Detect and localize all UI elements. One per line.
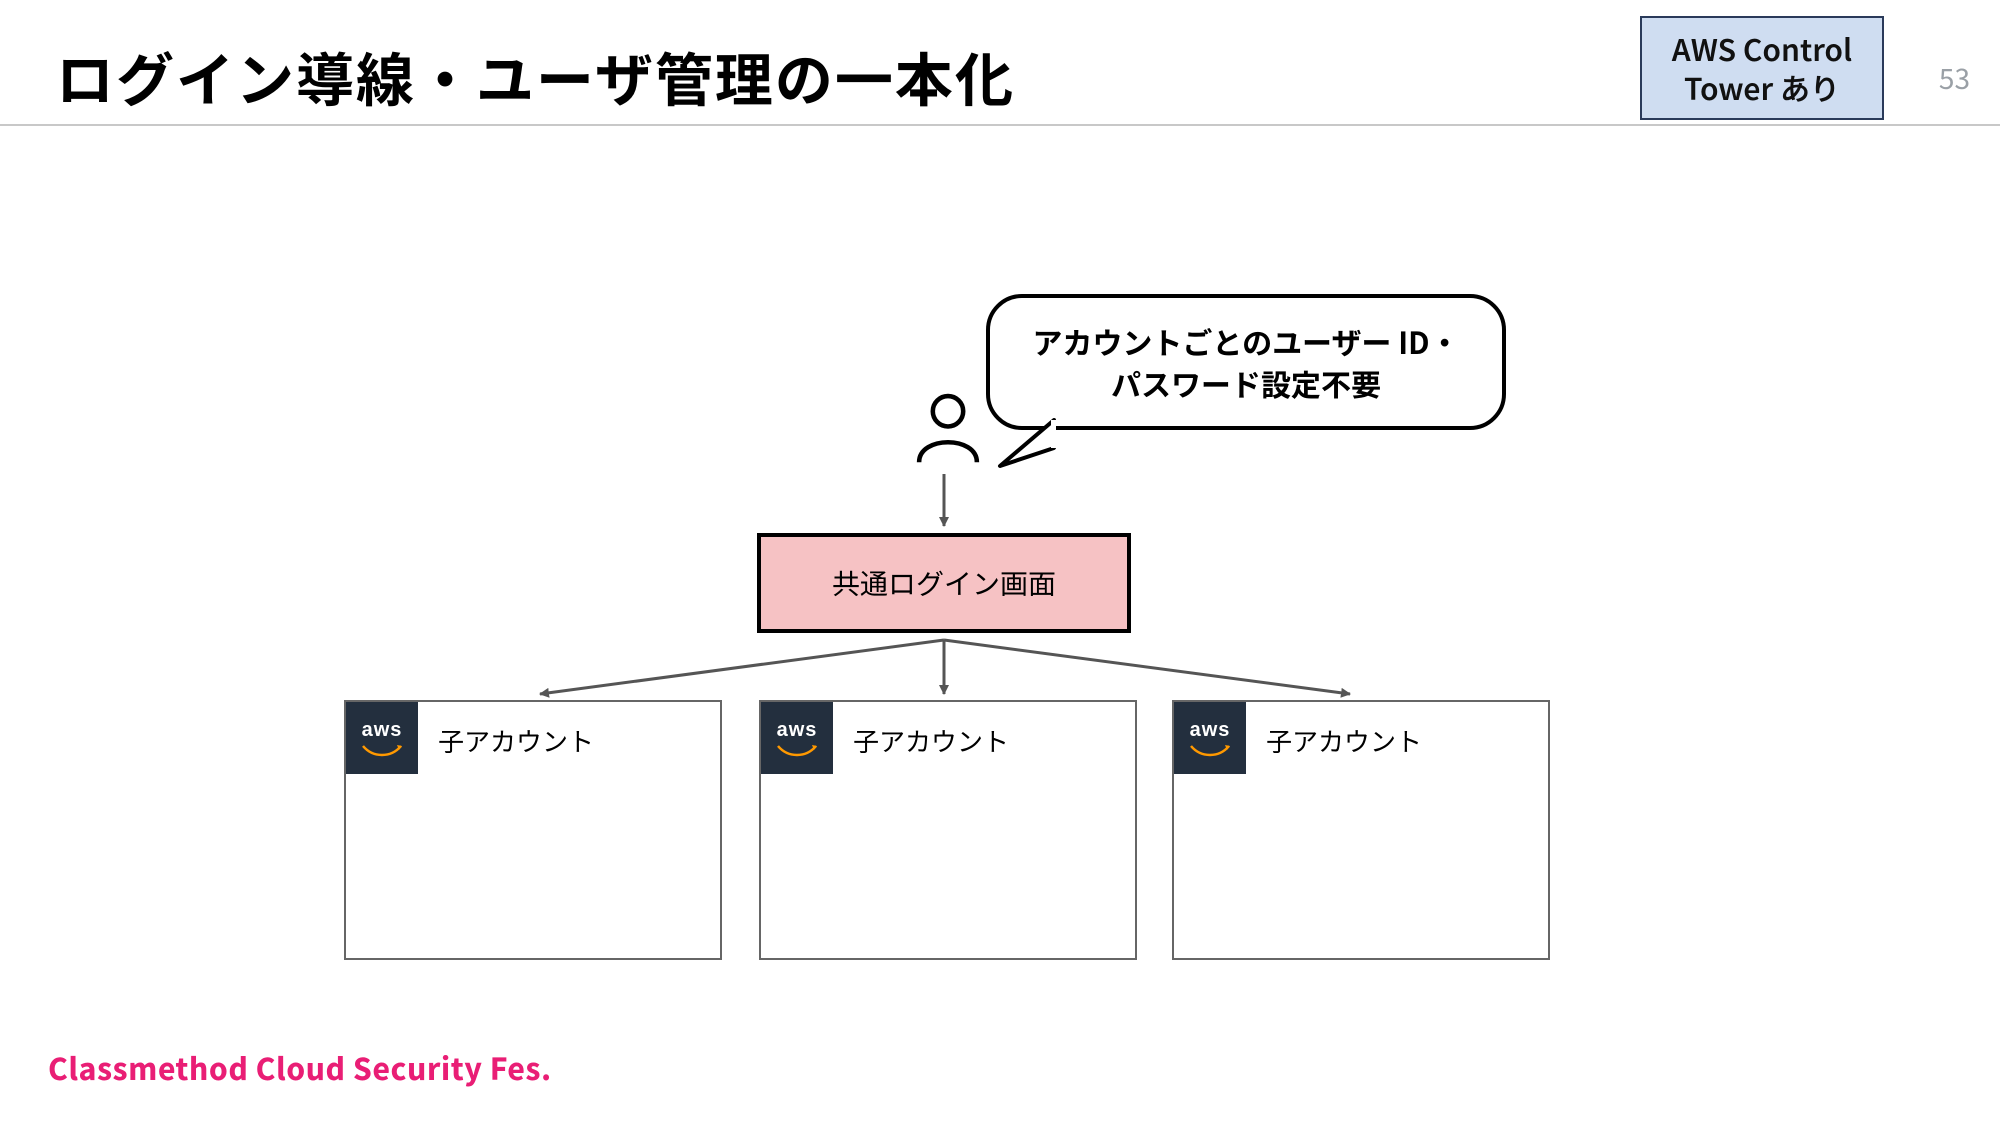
aws-logo-icon: aws	[1174, 702, 1246, 774]
child-account-label: 子アカウント	[853, 722, 1009, 759]
login-box: 共通ログイン画面	[757, 533, 1131, 633]
child-account-box: aws 子アカウント	[1172, 700, 1550, 960]
child-account-box: aws 子アカウント	[344, 700, 722, 960]
user-icon	[910, 390, 986, 466]
aws-logo-text: aws	[362, 719, 403, 742]
slide: ログイン導線・ユーザ管理の一本化 AWS Control Tower あり 53…	[0, 0, 2000, 1125]
aws-logo-text: aws	[777, 719, 818, 742]
aws-logo-icon: aws	[346, 702, 418, 774]
aws-smile-icon	[776, 744, 818, 758]
child-account-box: aws 子アカウント	[759, 700, 1137, 960]
speech-bubble-tail	[996, 418, 1056, 498]
footer-brand: Classmethod Cloud Security Fes.	[48, 1045, 552, 1089]
child-account-label: 子アカウント	[1266, 722, 1422, 759]
diagram-canvas: アカウントごとのユーザー ID・パスワード設定不要 共通ログイン画面 aws 子…	[0, 130, 2000, 1010]
speech-bubble: アカウントごとのユーザー ID・パスワード設定不要	[986, 294, 1506, 430]
page-number: 53	[1939, 58, 1970, 98]
child-account-label: 子アカウント	[438, 722, 594, 759]
login-box-label: 共通ログイン画面	[832, 563, 1056, 603]
control-tower-badge: AWS Control Tower あり	[1640, 16, 1884, 120]
slide-title: ログイン導線・ユーザ管理の一本化	[56, 34, 1015, 118]
aws-smile-icon	[361, 744, 403, 758]
aws-logo-text: aws	[1190, 719, 1231, 742]
aws-smile-icon	[1189, 744, 1231, 758]
aws-logo-icon: aws	[761, 702, 833, 774]
slide-header: ログイン導線・ユーザ管理の一本化 AWS Control Tower あり 53	[0, 22, 2000, 126]
